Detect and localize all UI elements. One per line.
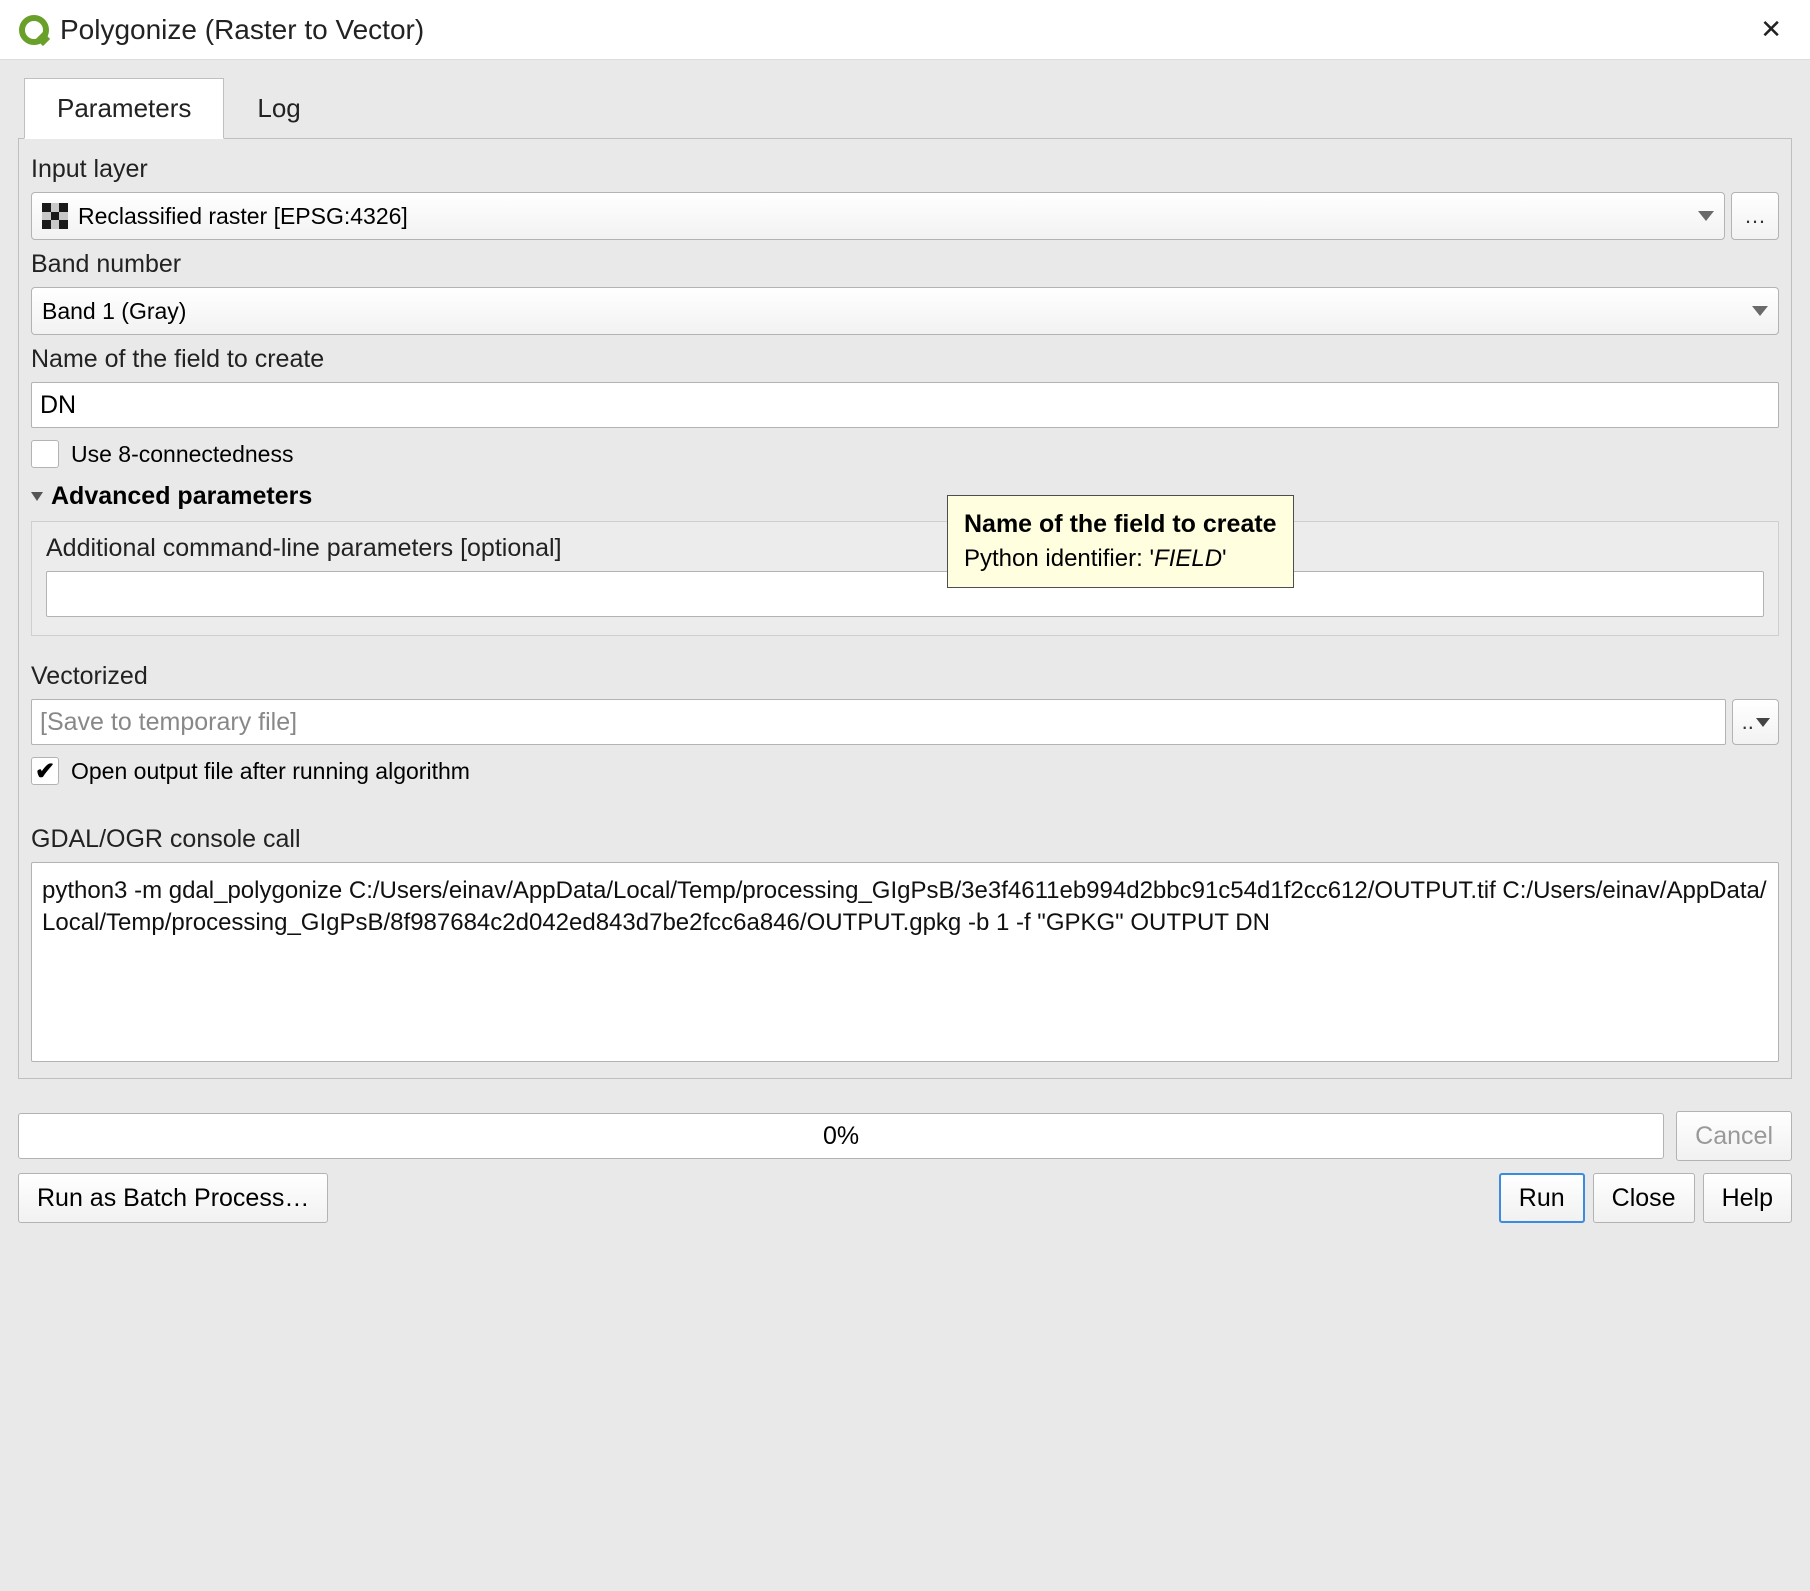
label-field-name: Name of the field to create [31, 345, 1779, 374]
parameters-panel: Input layer Reclassified raster [EPSG:43… [18, 138, 1792, 1079]
chevron-down-icon [1752, 306, 1768, 316]
tab-parameters[interactable]: Parameters [24, 78, 224, 139]
close-button[interactable]: Close [1593, 1173, 1695, 1223]
field-name-input[interactable] [31, 382, 1779, 428]
label-console-call: GDAL/OGR console call [31, 825, 1779, 854]
title-bar: Polygonize (Raster to Vector) ✕ [0, 0, 1810, 60]
label-use-8-connectedness: Use 8-connectedness [71, 441, 293, 468]
input-layer-dropdown[interactable]: Reclassified raster [EPSG:4326] [31, 192, 1725, 240]
advanced-parameters-box: Additional command-line parameters [opti… [31, 521, 1779, 636]
qgis-logo-icon [18, 14, 50, 46]
field-name-tooltip: Name of the field to create Python ident… [947, 495, 1294, 588]
input-layer-browse-button[interactable]: … [1731, 192, 1779, 240]
input-layer-value: Reclassified raster [EPSG:4326] [78, 203, 408, 230]
band-number-dropdown[interactable]: Band 1 (Gray) [31, 287, 1779, 335]
run-button[interactable]: Run [1499, 1173, 1585, 1223]
close-icon[interactable]: ✕ [1750, 10, 1792, 49]
tab-log[interactable]: Log [224, 78, 333, 139]
tab-bar: Parameters Log [24, 78, 1792, 139]
vectorized-output-field[interactable]: [Save to temporary file] [31, 699, 1726, 745]
open-output-checkbox[interactable]: ✔ [31, 757, 59, 785]
tooltip-python-id: Python identifier: 'FIELD' [964, 542, 1277, 577]
label-open-output: Open output file after running algorithm [71, 758, 470, 785]
cancel-button[interactable]: Cancel [1676, 1111, 1792, 1161]
dialog-content: Parameters Log Input layer Reclassified … [0, 60, 1810, 1097]
help-button[interactable]: Help [1703, 1173, 1792, 1223]
chevron-down-icon [31, 492, 43, 501]
label-input-layer: Input layer [31, 155, 1779, 184]
band-number-value: Band 1 (Gray) [42, 298, 186, 325]
raster-layer-icon [42, 203, 68, 229]
run-batch-button[interactable]: Run as Batch Process… [18, 1173, 328, 1223]
label-vectorized: Vectorized [31, 662, 1779, 691]
chevron-down-icon [1756, 718, 1770, 727]
use-8-connectedness-checkbox[interactable] [31, 440, 59, 468]
label-band-number: Band number [31, 250, 1779, 279]
window-title: Polygonize (Raster to Vector) [60, 14, 424, 46]
advanced-parameters-toggle[interactable]: Advanced parameters [31, 482, 1779, 511]
browse-dots: .. [1742, 709, 1754, 735]
chevron-down-icon [1698, 211, 1714, 221]
button-row: Run as Batch Process… Run Close Help [0, 1167, 1810, 1241]
vectorized-output-browse-button[interactable]: .. [1732, 699, 1779, 745]
progress-row: 0% Cancel [0, 1097, 1810, 1167]
tooltip-title: Name of the field to create [964, 506, 1277, 542]
label-advanced-parameters: Advanced parameters [51, 482, 312, 511]
label-additional-params: Additional command-line parameters [opti… [46, 534, 1760, 563]
progress-bar: 0% [18, 1113, 1664, 1159]
console-call-text[interactable]: python3 -m gdal_polygonize C:/Users/eina… [31, 862, 1779, 1062]
additional-params-input[interactable] [46, 571, 1764, 617]
